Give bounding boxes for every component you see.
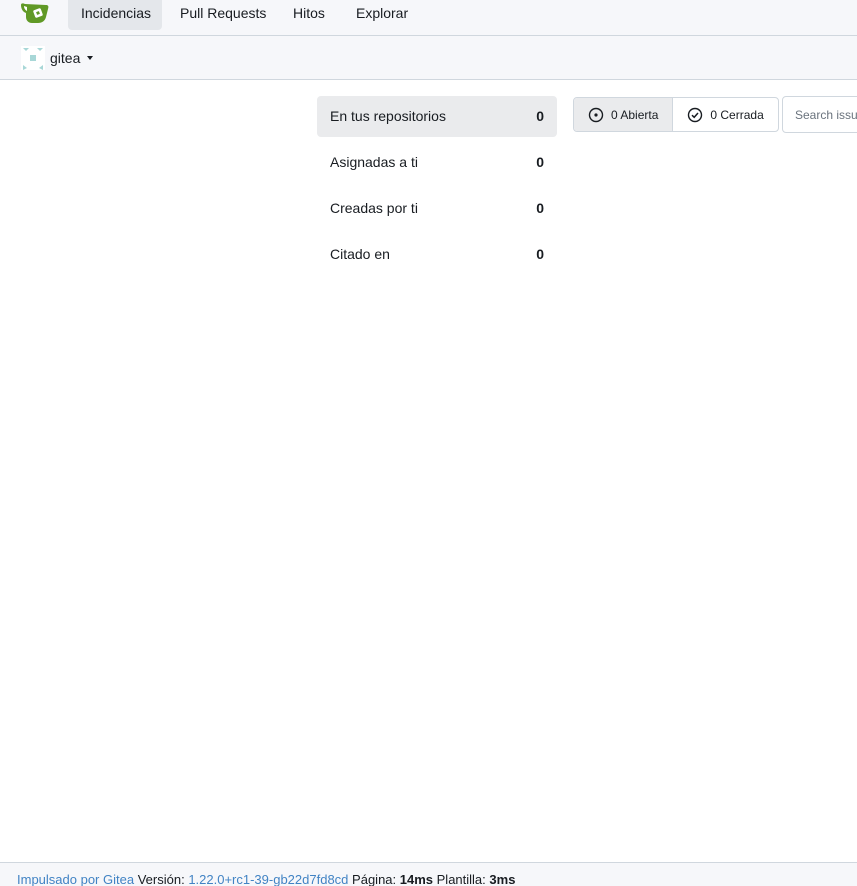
filter-label: Asignadas a ti (330, 154, 418, 170)
filter-created-by-you[interactable]: Creadas por ti 0 (317, 188, 557, 229)
issue-opened-icon (588, 107, 604, 122)
filter-count: 0 (536, 154, 544, 170)
issue-closed-icon (688, 107, 703, 122)
issue-filter-menu: En tus repositorios 0 Asignadas a ti 0 C… (317, 96, 557, 280)
powered-by-link[interactable]: Impulsado por Gitea (17, 872, 134, 886)
context-bar: gitea (0, 36, 857, 80)
filter-label: En tus repositorios (330, 108, 446, 124)
filter-label: Creadas por ti (330, 200, 418, 216)
nav-issues[interactable]: Incidencias (68, 0, 162, 30)
template-time-label: Plantilla: (436, 872, 486, 886)
version-link[interactable]: 1.22.0+rc1-39-gb22d7fd8cd (188, 872, 348, 886)
nav-explore[interactable]: Explorar (343, 0, 421, 30)
nav-pull-requests[interactable]: Pull Requests (167, 0, 279, 30)
context-switcher[interactable]: gitea (21, 45, 94, 71)
filter-count: 0 (536, 108, 544, 124)
search-input[interactable] (782, 96, 857, 133)
closed-issues-label: 0 Cerrada (710, 107, 764, 122)
caret-down-icon (87, 56, 94, 60)
top-navbar: Incidencias Pull Requests Hitos Explorar (0, 0, 857, 36)
footer: Impulsado por Gitea Versión: 1.22.0+rc1-… (0, 862, 857, 886)
page-time: 14ms (399, 872, 434, 886)
filter-count: 0 (536, 246, 544, 262)
filter-assigned[interactable]: Asignadas a ti 0 (317, 142, 557, 183)
version-label: Versión: (137, 872, 185, 886)
org-avatar (21, 46, 45, 70)
template-time: 3ms (489, 872, 516, 886)
open-issues-button[interactable]: 0 Abierta (574, 98, 673, 131)
issue-state-toggle: 0 Abierta 0 Cerrada (573, 97, 779, 132)
context-name: gitea (50, 50, 81, 66)
closed-issues-button[interactable]: 0 Cerrada (672, 98, 777, 131)
filter-label: Citado en (330, 246, 390, 262)
filter-mentioned[interactable]: Citado en 0 (317, 234, 557, 275)
nav-milestones[interactable]: Hitos (280, 0, 338, 30)
filter-count: 0 (536, 200, 544, 216)
page-time-label: Página: (352, 872, 397, 886)
filter-your-repositories[interactable]: En tus repositorios 0 (317, 96, 557, 137)
gitea-logo-icon[interactable] (20, 2, 50, 24)
open-issues-label: 0 Abierta (611, 107, 659, 122)
